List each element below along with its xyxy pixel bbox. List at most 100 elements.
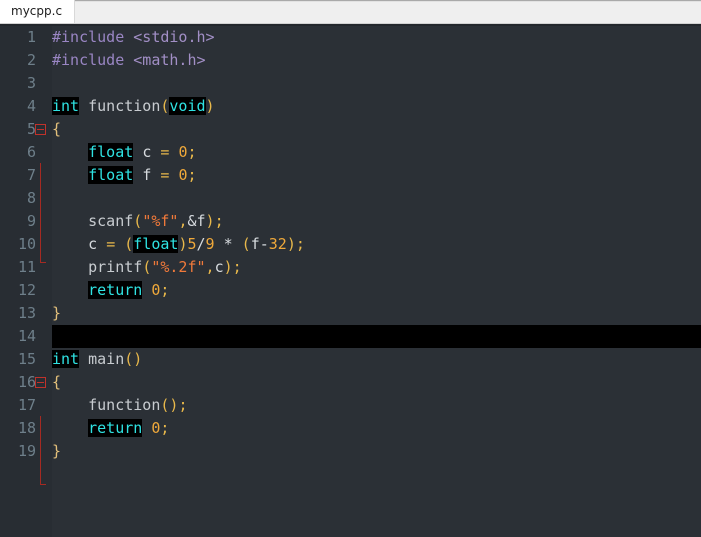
line-number-17: 17 xyxy=(17,396,36,414)
code-line-9[interactable]: 9 scanf("%f",&f); xyxy=(0,210,701,233)
line-number-10: 10 xyxy=(17,235,36,253)
token-paren: ) xyxy=(205,97,215,115)
token-function-call-function: function xyxy=(88,396,161,414)
token-identifier-f: f xyxy=(196,212,206,230)
token-semicolon: ; xyxy=(232,258,242,276)
editor-area[interactable]: 1 #include <stdio.h> 2 #include <math.h>… xyxy=(0,24,701,537)
tab-bar: mycpp.c xyxy=(0,0,701,24)
code-line-2[interactable]: 2 #include <math.h> xyxy=(0,49,701,72)
token-keyword-int: int xyxy=(52,350,80,368)
code-line-10-content: c = (float)5/9 * (f-32); xyxy=(52,233,701,256)
token-paren: ( xyxy=(133,212,143,230)
token-semicolon: ; xyxy=(178,396,188,414)
token-paren: () xyxy=(160,396,179,414)
token-operator-multiply: * xyxy=(223,235,233,253)
code-line-12-content: return 0; xyxy=(52,279,701,302)
fold-guide-hook-main xyxy=(40,484,46,485)
token-brace-close: } xyxy=(52,304,62,322)
code-line-7[interactable]: 7 float f = 0; xyxy=(0,164,701,187)
tab-mycpp-c[interactable]: mycpp.c xyxy=(0,0,76,23)
token-number: 32 xyxy=(268,235,287,253)
token-brace-open: { xyxy=(52,120,62,138)
line-number-16: 16 xyxy=(17,373,36,391)
token-function-call-printf: printf xyxy=(88,258,143,276)
token-operator-divide: / xyxy=(196,235,206,253)
code-line-11[interactable]: 11 printf("%.2f",c); xyxy=(0,256,701,279)
line-number-12: 12 xyxy=(17,281,36,299)
token-identifier-c: c xyxy=(142,143,152,161)
token-operator-minus: - xyxy=(259,235,269,253)
token-assign: = xyxy=(160,166,170,184)
token-keyword-float: float xyxy=(133,235,179,253)
code-line-4[interactable]: 4 int function(void) xyxy=(0,95,701,118)
token-keyword-void: void xyxy=(169,97,206,115)
code-line-18-content: return 0; xyxy=(52,417,701,440)
line-number-3: 3 xyxy=(26,74,36,92)
code-editor-window: mycpp.c 1 #include <stdio.h> 2 #include … xyxy=(0,0,701,537)
token-number: 5 xyxy=(187,235,197,253)
token-paren: ) xyxy=(205,212,215,230)
line-number-1: 1 xyxy=(26,28,36,46)
code-line-17-content: function(); xyxy=(52,394,701,417)
line-number-9: 9 xyxy=(26,212,36,230)
token-preprocessor: #include xyxy=(52,51,125,69)
tab-bar-empty-area xyxy=(75,1,701,23)
line-number-2: 2 xyxy=(26,51,36,69)
token-string: "%.2f" xyxy=(151,258,206,276)
token-assign: = xyxy=(160,143,170,161)
token-semicolon: ; xyxy=(295,235,305,253)
line-number-6: 6 xyxy=(26,143,36,161)
code-line-13[interactable]: 13 } xyxy=(0,302,701,325)
token-paren: () xyxy=(124,350,143,368)
code-line-10[interactable]: 10 c = (float)5/9 * (f-32); xyxy=(0,233,701,256)
code-line-19[interactable]: 19 } xyxy=(0,440,701,463)
code-line-12[interactable]: 12 return 0; xyxy=(0,279,701,302)
code-line-6[interactable]: 6 float c = 0; xyxy=(0,141,701,164)
token-assign: = xyxy=(106,235,116,253)
token-semicolon: ; xyxy=(160,419,170,437)
code-line-8[interactable]: 8 xyxy=(0,187,701,210)
fold-collapse-icon-function[interactable] xyxy=(35,124,46,135)
code-line-3[interactable]: 3 xyxy=(0,72,701,95)
token-paren: ) xyxy=(223,258,233,276)
token-comma: , xyxy=(205,258,215,276)
token-identifier-f: f xyxy=(250,235,260,253)
code-lines: 1 #include <stdio.h> 2 #include <math.h>… xyxy=(0,26,701,463)
token-function-call-scanf: scanf xyxy=(88,212,134,230)
token-semicolon: ; xyxy=(187,143,197,161)
code-line-13-content: } xyxy=(52,302,701,325)
token-string: "%f" xyxy=(142,212,179,230)
fold-collapse-icon-main[interactable] xyxy=(35,377,46,388)
fold-guide-line-function xyxy=(40,163,41,262)
code-line-1[interactable]: 1 #include <stdio.h> xyxy=(0,26,701,49)
token-number: 9 xyxy=(205,235,215,253)
code-line-18[interactable]: 18 return 0; xyxy=(0,417,701,440)
code-line-16[interactable]: 16 { xyxy=(0,371,701,394)
token-semicolon: ; xyxy=(187,166,197,184)
token-semicolon: ; xyxy=(214,212,224,230)
code-line-15-content: int main() xyxy=(52,348,701,371)
token-include-path: <math.h> xyxy=(133,51,206,69)
code-line-5-content: { xyxy=(52,118,701,141)
line-number-13: 13 xyxy=(17,304,36,322)
token-include-path: <stdio.h> xyxy=(133,28,215,46)
code-line-1-content: #include <stdio.h> xyxy=(52,26,701,49)
line-number-4: 4 xyxy=(26,97,36,115)
token-keyword-float: float xyxy=(88,166,134,184)
token-function-name: function xyxy=(88,97,161,115)
line-number-18: 18 xyxy=(17,419,36,437)
code-line-7-content: float f = 0; xyxy=(52,164,701,187)
token-identifier-c: c xyxy=(214,258,224,276)
token-keyword-int: int xyxy=(52,97,80,115)
token-identifier-f: f xyxy=(142,166,152,184)
code-line-17[interactable]: 17 function(); xyxy=(0,394,701,417)
line-number-19: 19 xyxy=(17,442,36,460)
token-function-name-main: main xyxy=(88,350,125,368)
code-line-6-content: float c = 0; xyxy=(52,141,701,164)
fold-guide-line-main xyxy=(40,416,41,484)
line-number-11: 11 xyxy=(17,258,36,276)
code-line-15[interactable]: 15 int main() xyxy=(0,348,701,371)
code-line-11-content: printf("%.2f",c); xyxy=(52,256,701,279)
code-line-5[interactable]: 5 { xyxy=(0,118,701,141)
code-line-14[interactable]: 14 xyxy=(0,325,701,348)
